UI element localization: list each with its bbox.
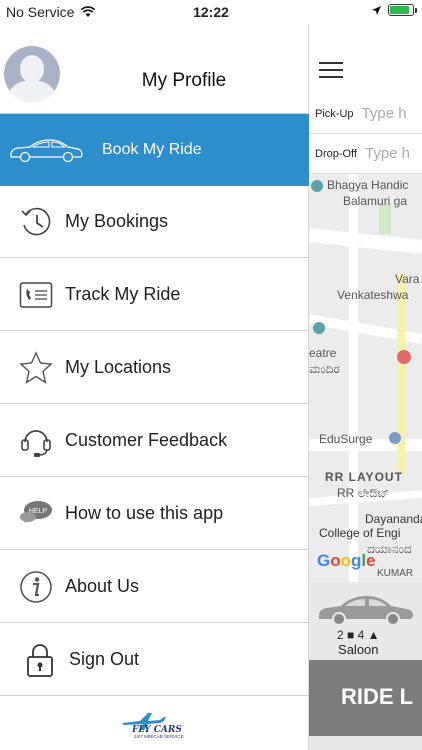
svg-text:HELP: HELP bbox=[29, 508, 48, 515]
menu-item-label: Customer Feedback bbox=[65, 430, 228, 450]
location-arrow-icon bbox=[372, 5, 381, 15]
google-logo: Google bbox=[317, 551, 376, 570]
menu-item-my-bookings[interactable]: My Bookings bbox=[0, 186, 309, 258]
person-icon: ▲ bbox=[367, 628, 380, 642]
profile-title: My Profile bbox=[141, 70, 227, 91]
phone-card-icon bbox=[18, 277, 54, 313]
drawer-footer: FLY CARS 24/7 MINICAB SERVICE bbox=[0, 698, 309, 750]
map-view[interactable]: Bhagya Handic Balamuri ga Vara Venkatesh… bbox=[309, 174, 422, 582]
car-icon bbox=[8, 132, 84, 168]
menu-item-my-locations[interactable]: My Locations bbox=[0, 332, 309, 404]
history-clock-icon bbox=[18, 204, 54, 240]
bags-count: 2 bbox=[337, 628, 344, 642]
menu-item-book-my-ride[interactable]: Book My Ride bbox=[0, 114, 309, 186]
svg-text:24/7 MINICAB SERVICE: 24/7 MINICAB SERVICE bbox=[134, 734, 184, 739]
main-screen: Pick-Up Type h Drop-Off Type h Bhagya Ha… bbox=[309, 24, 422, 750]
ride-later-button[interactable]: RIDE L bbox=[309, 660, 422, 736]
map-label: RR LAYOUT bbox=[325, 470, 403, 484]
status-right bbox=[371, 4, 417, 16]
menu-item-label: Book My Ride bbox=[102, 141, 202, 158]
menu-item-track-my-ride[interactable]: Track My Ride bbox=[0, 259, 309, 331]
pickup-input[interactable]: Type h bbox=[362, 105, 407, 122]
menu-item-how-to-use[interactable]: HELP How to use this app bbox=[0, 478, 309, 550]
map-label: Bhagya Handic bbox=[327, 178, 409, 192]
menu-item-label: How to use this app bbox=[65, 503, 224, 523]
map-label: Balamuri ga bbox=[343, 194, 408, 208]
map-label: EduSurge bbox=[319, 432, 373, 446]
lock-icon bbox=[22, 642, 58, 678]
dropoff-label: Drop-Off bbox=[315, 147, 357, 160]
cab-option-saloon[interactable]: 2 ■ 4 ▲ Saloon bbox=[309, 582, 422, 660]
cab-info: 2 ■ 4 ▲ Saloon bbox=[337, 628, 380, 657]
map-label: Vara bbox=[395, 272, 420, 286]
map-label: Dayananda bbox=[365, 512, 422, 526]
map-poi-icon bbox=[313, 322, 325, 334]
star-icon bbox=[18, 350, 54, 386]
menu-item-customer-feedback[interactable]: Customer Feedback bbox=[0, 405, 309, 477]
menu-item-label: About Us bbox=[65, 576, 140, 596]
navigation-drawer: My Profile Book My Ride My Bookings Trac… bbox=[0, 24, 309, 750]
menu-item-about-us[interactable]: About Us bbox=[0, 551, 309, 623]
menu-item-label: My Bookings bbox=[65, 211, 169, 231]
menu-item-label: My Locations bbox=[65, 357, 172, 377]
hamburger-menu-icon[interactable] bbox=[319, 62, 343, 80]
seats-count: 4 bbox=[357, 628, 365, 642]
status-bar: No Service 12:22 bbox=[0, 0, 422, 24]
fly-cars-logo: FLY CARS 24/7 MINICAB SERVICE bbox=[120, 709, 190, 739]
pickup-row: Pick-Up Type h bbox=[309, 94, 422, 134]
help-chat-icon: HELP bbox=[18, 496, 54, 532]
info-icon bbox=[18, 569, 54, 605]
headset-icon bbox=[18, 423, 54, 459]
top-bar bbox=[309, 24, 422, 94]
map-label: KUMAR bbox=[377, 568, 414, 579]
status-time: 12:22 bbox=[193, 4, 229, 20]
map-label: eatre bbox=[309, 346, 337, 360]
menu-item-label: Track My Ride bbox=[65, 284, 181, 304]
map-poi-icon bbox=[389, 432, 401, 444]
dropoff-input[interactable]: Type h bbox=[365, 145, 410, 162]
map-label: RR ಲೇಔಟ್ bbox=[337, 486, 390, 500]
map-label: ಮಂದಿರ bbox=[309, 362, 340, 376]
map-label: College of Engi bbox=[319, 526, 401, 540]
battery-icon bbox=[388, 4, 417, 16]
saloon-car-icon bbox=[319, 596, 413, 626]
menu-item-label: Sign Out bbox=[69, 649, 140, 669]
hospital-icon bbox=[397, 350, 411, 364]
map-label: Venkateshwa bbox=[337, 288, 409, 302]
map-poi-icon bbox=[311, 180, 323, 192]
cab-type: Saloon bbox=[338, 642, 379, 657]
avatar[interactable] bbox=[4, 46, 60, 102]
dropoff-row: Drop-Off Type h bbox=[309, 134, 422, 174]
luggage-icon: ■ bbox=[347, 628, 355, 642]
profile-header[interactable]: My Profile bbox=[0, 24, 308, 114]
menu-item-sign-out[interactable]: Sign Out bbox=[0, 624, 309, 696]
pickup-label: Pick-Up bbox=[315, 107, 354, 120]
